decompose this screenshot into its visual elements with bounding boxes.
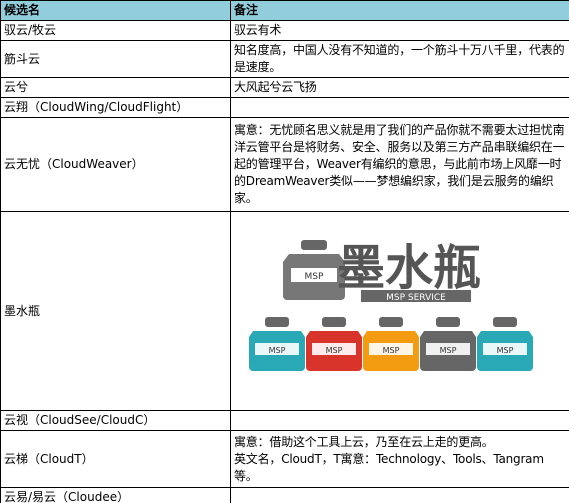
table-row: 云视（CloudSee/CloudC） [0,410,569,431]
candidate-name: 云翔（CloudWing/CloudFlight） [0,97,231,118]
table-row: 云梯（CloudT） 寓意：借助这个工具上云，乃至在云上走的更高。 英文名，Cl… [0,430,569,488]
candidate-note [230,410,569,431]
table-row: 筋斗云 知名度高，中国人没有不知道的，一个筋斗十万八千里，代表的是速度。 [0,40,569,78]
table-row: 云翔（CloudWing/CloudFlight） [0,97,569,118]
candidate-name: 驭云/牧云 [0,20,231,41]
large-bottle-icon: MSP [283,240,345,300]
candidate-name: 云视（CloudSee/CloudC） [0,410,231,431]
small-bottle-icon: MSP [420,317,476,371]
candidate-name: 筋斗云 [0,40,231,78]
candidate-note: 寓意：无忧顾名思义就是用了我们的产品你就不需要太过担忧南洋云管平台是将财务、安全… [230,117,569,212]
header-note: 备注 [230,0,569,21]
candidate-name: 云兮 [0,77,231,98]
table-row: 云无忧（CloudWeaver） 寓意：无忧顾名思义就是用了我们的产品你就不需要… [0,117,569,212]
logo-subtitle: MSP SERVICE [386,293,446,303]
table-row: 云兮 大风起兮云飞扬 [0,77,569,98]
logo-cell: MSP 墨水瓶 MSP SERVICE MSP MSP MSP MSP MSP [230,211,569,411]
candidate-note: 寓意：借助这个工具上云，乃至在云上走的更高。 英文名，CloudT，T寓意：Te… [230,430,569,488]
note-line: 寓意：借助这个工具上云，乃至在云上走的更高。 [234,434,494,449]
candidate-note: 知名度高，中国人没有不知道的，一个筋斗十万八千里，代表的是速度。 [230,40,569,78]
candidate-name: 云梯（CloudT） [0,430,231,488]
small-bottle-icon: MSP [249,317,305,371]
header-row: 候选名 备注 [0,0,569,21]
moshuiping-logo: MSP 墨水瓶 MSP SERVICE MSP MSP MSP MSP MSP [249,240,533,371]
bottle-label: MSP [497,346,514,355]
small-bottle-icon: MSP [306,317,362,371]
note-line: 英文名，CloudT，T寓意：Technology、Tools、Tangram等… [234,451,544,483]
table-row: 墨水瓶 MSP 墨水瓶 MSP SERVICE MSP MSP MSP MSP MSP [0,211,569,411]
candidate-note [230,487,569,503]
candidate-name: 墨水瓶 [0,211,231,411]
table-row: 云易/易云（Cloudee） [0,487,569,503]
bottle-label: MSP [440,346,457,355]
bottle-label: MSP [269,346,286,355]
candidate-note: 驭云有术 [230,20,569,41]
bottle-row: MSP MSP MSP MSP MSP [249,317,533,371]
candidate-name: 云无忧（CloudWeaver） [0,117,231,212]
header-name: 候选名 [0,0,231,21]
candidate-name: 云易/易云（Cloudee） [0,487,231,503]
candidate-note: 大风起兮云飞扬 [230,77,569,98]
candidate-note [230,97,569,118]
candidate-names-table: 候选名 备注 驭云/牧云 驭云有术 筋斗云 知名度高，中国人没有不知道的，一个筋… [0,0,569,503]
small-bottle-icon: MSP [477,317,533,371]
bottle-label: MSP [305,272,324,282]
bottle-label: MSP [383,346,400,355]
table-row: 驭云/牧云 驭云有术 [0,20,569,41]
small-bottle-icon: MSP [363,317,419,371]
logo-title: 墨水瓶 [337,240,481,296]
bottle-label: MSP [326,346,343,355]
